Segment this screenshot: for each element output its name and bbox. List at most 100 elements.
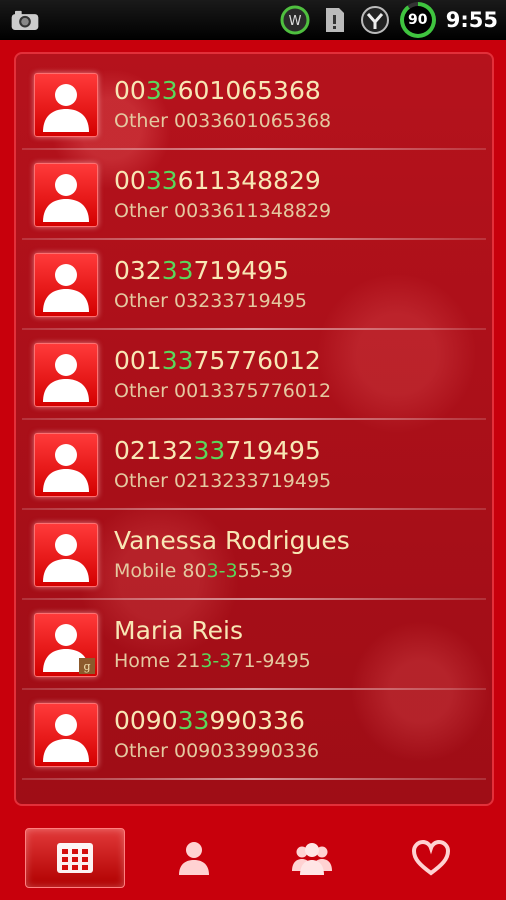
- avatar[interactable]: [34, 523, 98, 587]
- contact-list[interactable]: 0033601065368 Other 0033601065368 00336113…: [14, 52, 494, 806]
- person-placeholder-icon: [43, 264, 89, 312]
- match-highlight: 33: [145, 76, 178, 105]
- contact-name-part: 990336: [209, 706, 305, 735]
- contact-name-part: 611348829: [177, 166, 321, 195]
- tab-favorites[interactable]: [381, 828, 481, 888]
- person-placeholder-icon: [43, 84, 89, 132]
- contact-name-part: 032: [114, 256, 162, 285]
- app-background: 0033601065368 Other 0033601065368 00336113…: [0, 40, 506, 900]
- favorites-heart-icon: [411, 839, 450, 876]
- contact-number-part: Other 0033611348829: [114, 200, 332, 222]
- person-placeholder-icon: [43, 444, 89, 492]
- avatar[interactable]: [34, 163, 98, 227]
- contact-name-part: 0090: [114, 706, 178, 735]
- match-highlight: 3-3: [200, 650, 232, 672]
- contact-number-line: Other 0033601065368: [114, 107, 331, 135]
- contact-text: 03233719495 Other 03233719495: [114, 255, 307, 315]
- contact-name-part: 00: [114, 166, 146, 195]
- contact-name: 03233719495: [114, 255, 307, 287]
- bottom-navigation: [0, 816, 506, 900]
- tab-contacts[interactable]: [144, 828, 244, 888]
- status-bar: W 90 9:55: [0, 0, 506, 40]
- contact-name: Vanessa Rodrigues: [114, 525, 350, 557]
- match-highlight: 33: [161, 346, 194, 375]
- contact-name-part: 601065368: [177, 76, 321, 105]
- contact-icon: [178, 842, 209, 875]
- clock: 9:55: [445, 8, 498, 32]
- avatar[interactable]: [34, 433, 98, 497]
- contact-text: 0033611348829 Other 0033611348829: [114, 165, 331, 225]
- person-placeholder-icon: [43, 174, 89, 222]
- contact-row[interactable]: 0033611348829 Other 0033611348829: [22, 150, 486, 240]
- contact-number-line: Mobile 803-355-39: [114, 557, 350, 585]
- battery-icon: 90: [399, 2, 436, 38]
- sim-icon: [320, 5, 350, 35]
- avatar[interactable]: [34, 73, 98, 137]
- contact-name: Maria Reis: [114, 615, 311, 647]
- contact-number-part: 55-39: [237, 560, 293, 582]
- battery-level: 90: [403, 6, 432, 34]
- contact-name-part: 001: [114, 346, 162, 375]
- google-badge-icon: g: [79, 658, 95, 674]
- contact-name-part: Maria Reis: [114, 616, 243, 645]
- contact-number-line: Other 03233719495: [114, 287, 307, 315]
- contact-name: 0033611348829: [114, 165, 331, 197]
- contact-row[interactable]: Vanessa Rodrigues Mobile 803-355-39: [22, 510, 486, 600]
- contact-number-line: Other 0213233719495: [114, 467, 331, 495]
- contact-number-part: 71-9495: [231, 650, 311, 672]
- match-highlight: 33: [161, 256, 194, 285]
- contact-text: Vanessa Rodrigues Mobile 803-355-39: [114, 525, 350, 585]
- contact-row[interactable]: 0033601065368 Other 0033601065368: [22, 60, 486, 150]
- contact-text: 0013375776012 Other 0013375776012: [114, 345, 331, 405]
- contact-text: 009033990336 Other 009033990336: [114, 705, 319, 765]
- sync-icon: W: [280, 5, 310, 35]
- contact-number-part: Other 009033990336: [114, 740, 320, 762]
- contact-number-part: Other 0033601065368: [114, 110, 332, 132]
- tab-groups[interactable]: [262, 828, 362, 888]
- contact-name-part: 719495: [193, 256, 289, 285]
- contact-text: Maria Reis Home 213-371-9495: [114, 615, 311, 675]
- match-highlight: 33: [145, 166, 178, 195]
- contact-number-part: Mobile 80: [114, 560, 207, 582]
- contact-number-line: Other 0013375776012: [114, 377, 331, 405]
- contact-name-part: 02132: [114, 436, 194, 465]
- contact-row[interactable]: 0013375776012 Other 0013375776012: [22, 330, 486, 420]
- match-highlight: 33: [177, 706, 210, 735]
- avatar[interactable]: [34, 253, 98, 317]
- contact-row[interactable]: 009033990336 Other 009033990336: [22, 690, 486, 780]
- person-placeholder-icon: [43, 354, 89, 402]
- signal-icon: [360, 5, 390, 35]
- avatar[interactable]: [34, 703, 98, 767]
- contact-name: 0033601065368: [114, 75, 331, 107]
- contact-row[interactable]: g Maria Reis Home 213-371-9495: [22, 600, 486, 690]
- contact-text: 0033601065368 Other 0033601065368: [114, 75, 331, 135]
- avatar[interactable]: g: [34, 613, 98, 677]
- match-highlight: 3-3: [206, 560, 238, 582]
- contact-name-part: 00: [114, 76, 146, 105]
- contact-number-part: Other 03233719495: [114, 290, 307, 312]
- person-placeholder-icon: [43, 534, 89, 582]
- groups-icon: [292, 843, 333, 875]
- contact-number-part: Home 21: [114, 650, 201, 672]
- contact-name-part: 75776012: [193, 346, 321, 375]
- avatar[interactable]: [34, 343, 98, 407]
- contact-name-part: Vanessa Rodrigues: [114, 526, 350, 555]
- contact-number-line: Other 009033990336: [114, 737, 319, 765]
- row-divider: [22, 778, 486, 780]
- contact-row[interactable]: 0213233719495 Other 0213233719495: [22, 420, 486, 510]
- person-placeholder-icon: [43, 714, 89, 762]
- contact-number-line: Home 213-371-9495: [114, 647, 311, 675]
- svg-text:W: W: [288, 14, 301, 29]
- contact-number-line: Other 0033611348829: [114, 197, 331, 225]
- contact-name: 0213233719495: [114, 435, 331, 467]
- contact-name: 009033990336: [114, 705, 319, 737]
- contact-name: 0013375776012: [114, 345, 331, 377]
- dialpad-icon: [57, 843, 94, 873]
- tab-dialer[interactable]: [25, 828, 126, 888]
- contact-name-part: 719495: [225, 436, 321, 465]
- contact-text: 0213233719495 Other 0213233719495: [114, 435, 331, 495]
- camera-icon: [10, 5, 40, 35]
- contact-row[interactable]: 03233719495 Other 03233719495: [22, 240, 486, 330]
- contact-number-part: Other 0013375776012: [114, 380, 332, 402]
- contact-number-part: Other 0213233719495: [114, 470, 332, 492]
